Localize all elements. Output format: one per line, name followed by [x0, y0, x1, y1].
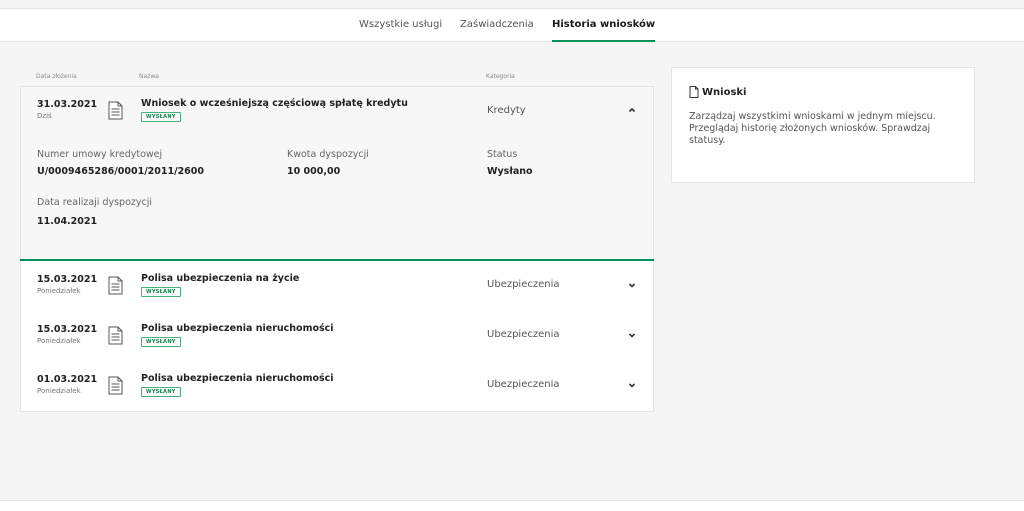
status-value: Wysłano: [487, 166, 533, 177]
row-date: 15.03.2021: [37, 274, 98, 285]
document-icon: [108, 326, 123, 345]
row-category: Ubezpieczenia: [487, 379, 560, 390]
tab-application-history[interactable]: Historia wniosków: [552, 9, 656, 42]
row-date: 01.03.2021: [37, 374, 98, 385]
status-badge: WYSŁANY: [141, 112, 181, 122]
table-row[interactable]: 15.03.2021 Poniedziałek Polisa ubezpiecz…: [21, 261, 653, 311]
realization-date-label: Data realizaji dyspozycji: [37, 197, 153, 208]
row-category: Ubezpieczenia: [487, 329, 560, 340]
row-date: 31.03.2021: [37, 99, 98, 110]
realization-date-value: 11.04.2021: [37, 216, 98, 227]
info-card-title-text: Wnioski: [702, 87, 747, 98]
info-card-title: Wnioski: [689, 86, 747, 98]
applications-list: Data złożenia Nazwa Kategoria 31.03.2021…: [20, 67, 654, 412]
row-title: Polisa ubezpieczenia na życie: [141, 273, 300, 284]
row-title: Wniosek o wcześniejszą częściową spłatę …: [141, 98, 408, 109]
document-icon: [689, 86, 699, 98]
chevron-down-icon[interactable]: [627, 280, 637, 290]
info-card: Wnioski Zarządzaj wszystkimi wnioskami w…: [671, 67, 975, 183]
status-badge: WYSŁANY: [141, 337, 181, 347]
chevron-up-icon[interactable]: [627, 105, 637, 115]
status-badge: WYSŁANY: [141, 387, 181, 397]
contract-number-value: U/0009465286/0001/2011/2600: [37, 166, 205, 177]
collapsed-rows: 15.03.2021 Poniedziałek Polisa ubezpiecz…: [20, 261, 654, 412]
table-row[interactable]: 01.03.2021 Poniedziałek Polisa ubezpiecz…: [21, 361, 653, 411]
document-icon: [108, 101, 123, 120]
column-header-date: Data złożenia: [36, 73, 77, 80]
amount-label: Kwota dyspozycji: [287, 149, 369, 160]
amount-value: 10 000,00: [287, 166, 341, 177]
column-header-name: Nazwa: [139, 73, 159, 80]
contract-number-label: Numer umowy kredytowej: [37, 149, 163, 160]
status-badge: WYSŁANY: [141, 287, 181, 297]
row-title: Polisa ubezpieczenia nieruchomości: [141, 373, 334, 384]
footer-bar: [0, 500, 1024, 511]
row-date: 15.03.2021: [37, 324, 98, 335]
document-icon: [108, 376, 123, 395]
row-day: Poniedziałek: [37, 337, 81, 345]
row-day: Poniedziałek: [37, 387, 81, 395]
chevron-down-icon[interactable]: [627, 380, 637, 390]
tab-all-services[interactable]: Wszystkie usługi: [359, 9, 442, 42]
row-day: Poniedziałek: [37, 287, 81, 295]
application-row-expanded[interactable]: 31.03.2021 Dziś Wniosek o wcześniejszą c…: [21, 87, 653, 137]
row-title: Polisa ubezpieczenia nieruchomości: [141, 323, 334, 334]
table-row[interactable]: 15.03.2021 Poniedziałek Polisa ubezpiecz…: [21, 311, 653, 361]
document-icon: [108, 276, 123, 295]
tab-certificates[interactable]: Zaświadczenia: [460, 9, 534, 42]
expanded-application: 31.03.2021 Dziś Wniosek o wcześniejszą c…: [20, 86, 654, 259]
row-category: Ubezpieczenia: [487, 279, 560, 290]
row-category: Kredyty: [487, 105, 526, 116]
status-label: Status: [487, 149, 518, 160]
chevron-down-icon[interactable]: [627, 330, 637, 340]
column-header-category: Kategoria: [486, 73, 515, 80]
top-bar: [0, 0, 1024, 9]
info-card-text: Zarządzaj wszystkimi wnioskami w jednym …: [689, 111, 936, 146]
row-day: Dziś: [37, 112, 52, 120]
tab-bar: Wszystkie usługi Zaświadczenia Historia …: [0, 9, 1024, 42]
